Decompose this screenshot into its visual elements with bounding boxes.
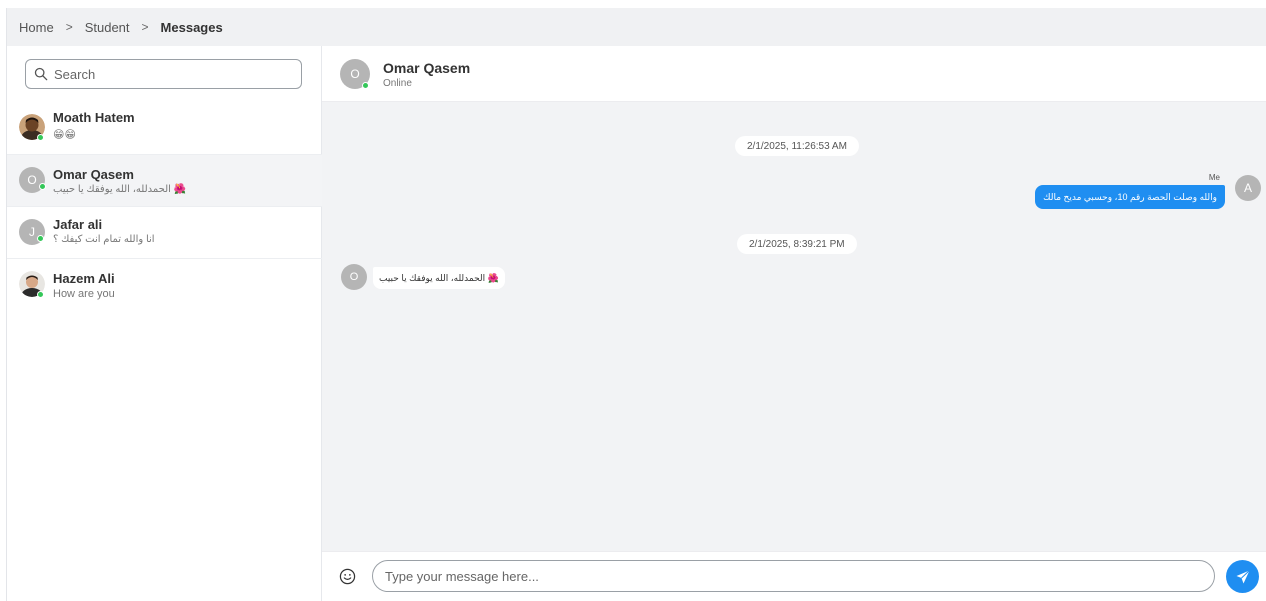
message-bubble-received: الحمدلله، الله يوفقك يا حبيب 🌺: [373, 267, 505, 289]
chat-panel: O Omar Qasem Online 2/1/2025, 11:26:53 A…: [322, 46, 1266, 601]
contact-name: Jafar ali: [53, 217, 103, 232]
breadcrumb: Home > Student > Messages: [7, 8, 1266, 46]
contacts-sidebar: Moath Hatem 😁😁 O Omar Qasem الحمدلله، ال…: [7, 46, 322, 601]
contact-name: Hazem Ali: [53, 271, 115, 286]
contact-preview: الحمدلله، الله يوفقك يا حبيب 🌺: [53, 184, 187, 195]
contact-name: Moath Hatem: [53, 110, 135, 125]
chevron-right-icon: >: [141, 20, 149, 34]
smiley-icon[interactable]: [339, 568, 356, 585]
avatar: O: [341, 264, 367, 290]
online-indicator: [37, 235, 44, 242]
paper-plane-icon: [1236, 569, 1250, 583]
contact-jafar-ali[interactable]: J Jafar ali انا والله تمام انت كيفك ؟: [7, 206, 322, 258]
messages-page: Home > Student > Messages Search Moath H…: [6, 8, 1266, 601]
message-input[interactable]: [372, 560, 1215, 592]
sender-label: Me: [1208, 173, 1220, 182]
contact-preview: انا والله تمام انت كيفك ؟: [53, 234, 155, 245]
contact-name: Omar Qasem: [53, 167, 134, 182]
date-separator: 2/1/2025, 8:39:21 PM: [737, 234, 857, 254]
contact-moath-hatem[interactable]: Moath Hatem 😁😁: [7, 102, 322, 154]
online-indicator: [37, 291, 44, 298]
message-bubble-sent: والله وصلت الحصة رقم 10، وحسبي مديح مالك: [1035, 185, 1225, 209]
chat-header: O Omar Qasem Online: [322, 46, 1266, 102]
contact-hazem-ali[interactable]: Hazem Ali How are you: [7, 258, 322, 310]
send-button[interactable]: [1226, 560, 1259, 593]
message-composer: [322, 551, 1266, 601]
avatar: A: [1235, 175, 1261, 201]
search-box: [25, 59, 302, 89]
breadcrumb-home[interactable]: Home: [19, 20, 54, 35]
chat-contact-name: Omar Qasem: [383, 60, 471, 76]
chat-contact-status: Online: [383, 78, 412, 89]
contact-preview: 😁😁: [53, 129, 76, 141]
online-indicator: [39, 183, 46, 190]
breadcrumb-current: Messages: [160, 19, 223, 35]
search-icon: [34, 67, 48, 81]
chevron-right-icon: >: [65, 20, 73, 34]
contact-omar-qasem[interactable]: O Omar Qasem الحمدلله، الله يوفقك يا حبي…: [7, 154, 322, 206]
contact-preview: How are you: [53, 288, 115, 300]
online-indicator: [362, 82, 369, 89]
online-indicator: [37, 134, 44, 141]
date-separator: 2/1/2025, 11:26:53 AM: [735, 136, 859, 156]
search-input[interactable]: [54, 66, 284, 82]
breadcrumb-student[interactable]: Student: [85, 20, 130, 35]
